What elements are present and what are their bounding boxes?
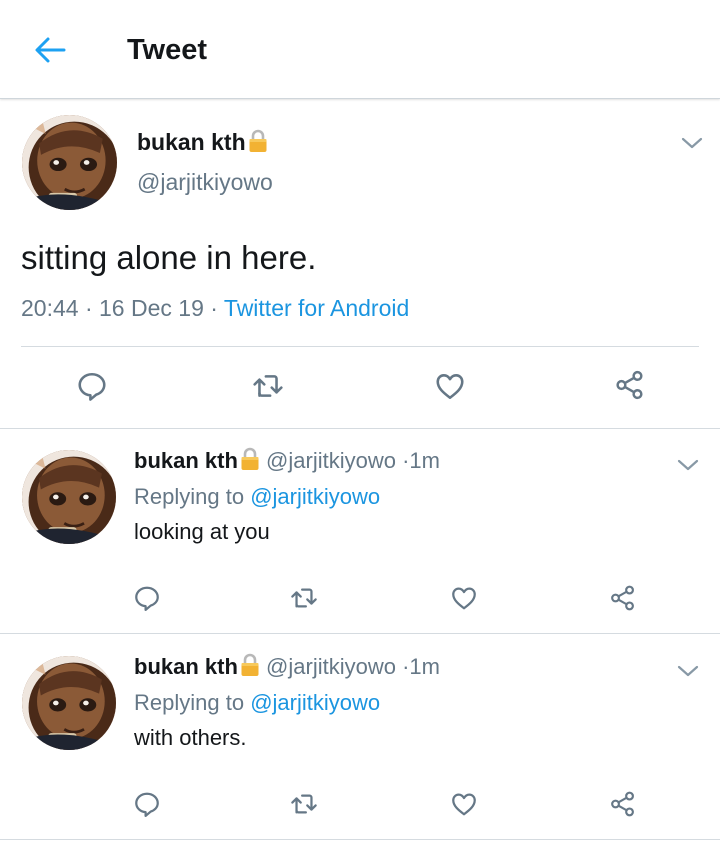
lock-icon <box>240 447 260 471</box>
reply-button[interactable] <box>133 584 161 612</box>
user-handle[interactable]: @jarjitkiyowo <box>137 168 273 196</box>
like-icon <box>434 370 466 402</box>
reply-icon <box>133 584 161 612</box>
like-icon <box>450 584 478 612</box>
like-button[interactable] <box>450 790 478 818</box>
replying-to: Replying to @jarjitkiyowo <box>134 689 380 717</box>
like-icon <box>450 790 478 818</box>
lock-icon <box>240 653 260 677</box>
lock-icon <box>248 129 268 153</box>
retweet-icon <box>290 790 318 818</box>
back-arrow-icon[interactable] <box>30 31 70 69</box>
chevron-down-icon[interactable] <box>674 661 702 681</box>
reply-header: bukan kth @jarjitkiyowo ·1m <box>134 653 440 681</box>
like-button[interactable] <box>450 584 478 612</box>
display-name[interactable]: bukan kth <box>134 654 238 679</box>
retweet-button[interactable] <box>290 584 318 612</box>
tweet-text: looking at you <box>134 519 270 544</box>
share-button[interactable] <box>614 369 646 401</box>
retweet-icon <box>252 370 284 402</box>
reply-button[interactable] <box>133 790 161 818</box>
replying-to-link[interactable]: @jarjitkiyowo <box>250 484 380 509</box>
chevron-down-icon[interactable] <box>674 455 702 475</box>
tweet-time: 20:44 <box>21 295 79 321</box>
replying-to-label: Replying to <box>134 484 245 509</box>
app-header: Tweet <box>0 0 720 99</box>
tweet-age: 1m <box>409 654 440 679</box>
tweet-text: sitting alone in here. <box>21 239 317 276</box>
reply-icon <box>133 790 161 818</box>
reply-header: bukan kth @jarjitkiyowo ·1m <box>134 447 440 475</box>
chevron-down-icon[interactable] <box>678 133 706 153</box>
page-title: Tweet <box>127 34 208 66</box>
user-handle[interactable]: @jarjitkiyowo <box>266 448 396 473</box>
share-button[interactable] <box>609 584 637 612</box>
meta-separator: · <box>84 295 93 321</box>
replying-to-label: Replying to <box>134 690 245 715</box>
avatar[interactable] <box>22 115 117 210</box>
display-name[interactable]: bukan kth <box>137 128 268 156</box>
tweet-age: 1m <box>409 448 440 473</box>
divider <box>21 346 699 347</box>
tweet-date: 16 Dec 19 <box>99 295 204 321</box>
display-name-text: bukan kth <box>137 129 246 155</box>
reply-button[interactable] <box>76 370 108 402</box>
user-handle[interactable]: @jarjitkiyowo <box>266 654 396 679</box>
share-icon <box>609 790 637 818</box>
share-button[interactable] <box>609 790 637 818</box>
tweet-text: with others. <box>134 725 247 750</box>
retweet-button[interactable] <box>290 790 318 818</box>
share-icon <box>614 369 646 401</box>
reply-icon <box>76 370 108 402</box>
like-button[interactable] <box>434 370 466 402</box>
avatar[interactable] <box>22 450 116 544</box>
replying-to-link[interactable]: @jarjitkiyowo <box>250 690 380 715</box>
tweet-source-link[interactable]: Twitter for Android <box>224 295 409 321</box>
tweet-meta: 20:44 · 16 Dec 19 · Twitter for Android <box>21 293 409 323</box>
reply-tweet[interactable]: bukan kth @jarjitkiyowo ·1m Replying to … <box>0 634 720 840</box>
divider <box>0 839 720 840</box>
avatar[interactable] <box>22 656 116 750</box>
retweet-button[interactable] <box>252 370 284 402</box>
display-name[interactable]: bukan kth <box>134 448 238 473</box>
share-icon <box>609 584 637 612</box>
meta-separator: · <box>210 295 218 321</box>
replying-to: Replying to @jarjitkiyowo <box>134 483 380 511</box>
reply-tweet[interactable]: bukan kth @jarjitkiyowo ·1m Replying to … <box>0 429 720 634</box>
retweet-icon <box>290 584 318 612</box>
